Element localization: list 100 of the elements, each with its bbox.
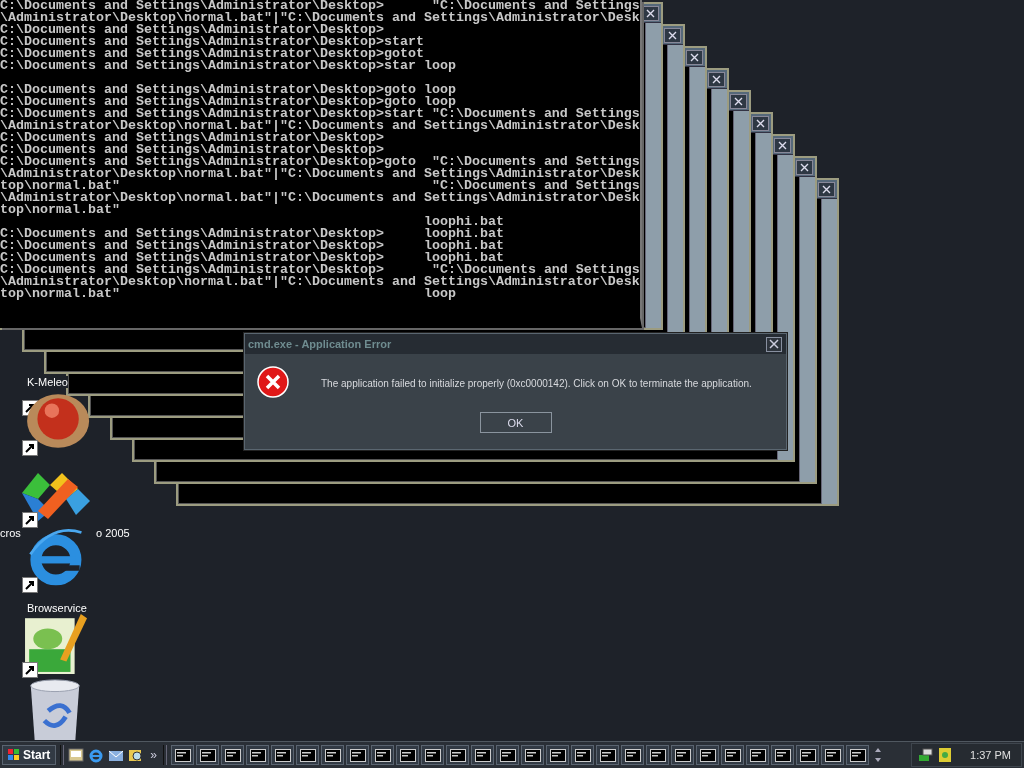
console-line: \Administrator\Desktop\normal.bat"|"C:\Documents and Settings\Administrator\Desk [0,168,640,180]
console-icon [249,748,266,762]
close-button[interactable] [708,71,725,87]
console-line: C:\Documents and Settings\Administrator\Desktop>start "C:\Documents and Settings [0,108,640,120]
close-icon [712,74,721,84]
console-line: C:\Documents and Settings\Administrator\Desktop>star loop [0,60,457,72]
scrollbar[interactable] [645,23,661,328]
console-line: C:\Documents and Settings\Administrator\Desktop>start [0,36,425,48]
console-line: top\normal.bat" [0,204,120,216]
taskbar-button[interactable] [821,745,845,765]
flag-icon [8,749,20,761]
taskbar-button[interactable] [171,745,195,765]
scrollbar[interactable] [799,177,815,482]
console-icon [499,748,516,762]
taskbar-button[interactable] [496,745,520,765]
close-icon [769,339,779,349]
desktop-icon[interactable] [68,747,85,763]
icon-label[interactable]: o 2005 [96,527,130,539]
console-icon [649,748,666,762]
console-line: top\normal.bat" "C:\Documents and Settings [0,180,640,192]
taskbar-button[interactable] [421,745,445,765]
taskbar-button[interactable] [546,745,570,765]
console-icon [799,748,816,762]
console-line: C:\Documents and Settings\Administrator\Desktop> loophi.bat [0,228,505,240]
taskbar-button[interactable] [296,745,320,765]
close-icon [822,184,831,194]
console-line: C:\Documents and Settings\Administrator\Desktop> loophi.bat [0,252,504,264]
close-button[interactable] [686,49,703,65]
taskbar-button[interactable] [396,745,420,765]
taskbar-button[interactable] [596,745,620,765]
console-icon [699,748,716,762]
start-button[interactable]: Start [2,745,57,765]
close-button[interactable] [664,27,681,43]
console-icon [399,748,416,762]
console-line: C:\Documents and Settings\Administrator\Desktop> "C:\Documents and Settings [0,0,640,12]
close-button[interactable] [774,137,791,153]
console-icon [274,748,291,762]
console-icon [374,748,391,762]
more-button[interactable]: » [148,748,160,762]
console-icon [174,748,191,762]
close-icon [646,8,655,18]
taskbar-button[interactable] [446,745,470,765]
close-icon [800,162,809,172]
document-icon[interactable] [937,747,954,763]
console-line: C:\Documents and Settings\Administrator\Desktop> "C:\Documents and Settings [0,264,640,276]
console-line: C:\Documents and Settings\Administrator\Desktop>goto loop [0,84,457,96]
console-icon [774,748,791,762]
taskbar-button[interactable] [646,745,670,765]
taskbar-button[interactable] [521,745,545,765]
taskbar-button[interactable] [621,745,645,765]
taskbar-button[interactable] [721,745,745,765]
close-button[interactable] [766,336,782,352]
close-icon [668,30,677,40]
icon-label[interactable]: K-Meleo [27,376,68,388]
taskbar-button[interactable] [246,745,270,765]
taskbar-button[interactable] [846,745,870,765]
icon-label[interactable]: Browservice [27,602,87,614]
dialog-title: cmd.exe - Application Error [248,338,392,350]
console-icon [574,748,591,762]
console-icon [299,748,316,762]
console-line: C:\Documents and Settings\Administrator\Desktop> [0,24,384,36]
taskbar-button[interactable] [321,745,345,765]
error-icon [257,366,291,400]
close-icon [690,52,699,62]
taskbar-button[interactable] [771,745,795,765]
taskbar-button[interactable] [746,745,770,765]
clock[interactable]: 1:37 PM [970,749,1011,761]
console-line: C:\Documents and Settings\Administrator\Desktop>gotot [0,48,425,60]
console-line: C:\Documents and Settings\Administrator\Desktop>goto "C:\Documents and Settings [0,156,640,168]
taskbar-button[interactable] [471,745,495,765]
close-button[interactable] [730,93,747,109]
taskbar-button[interactable] [346,745,370,765]
taskbar-button[interactable] [696,745,720,765]
console-icon [724,748,741,762]
ok-button[interactable]: OK [479,412,552,433]
taskbar-button[interactable] [571,745,595,765]
console-icon [674,748,691,762]
taskbar-button[interactable] [796,745,820,765]
scrollbar[interactable] [821,199,837,504]
console-icon [549,748,566,762]
network-icon[interactable] [918,747,935,763]
close-button[interactable] [796,159,813,175]
taskbar-button[interactable] [671,745,695,765]
console-icon [624,748,641,762]
console-icon [324,748,341,762]
console-line: \Administrator\Desktop\normal.bat"|"C:\Documents and Settings\Administrator\Desk [0,120,640,132]
taskbar-button[interactable] [196,745,220,765]
console-line: \Administrator\Desktop\normal.bat"|"C:\Documents and Settings\Administrator\Desk [0,192,640,204]
close-button[interactable] [752,115,769,131]
console-icon [749,748,766,762]
console-icon [824,748,841,762]
close-button[interactable] [818,181,835,197]
console-line: C:\Documents and Settings\Administrator\Desktop> [0,132,385,144]
taskbar-button[interactable] [221,745,245,765]
taskbar-button[interactable] [371,745,395,765]
console-icon [349,748,366,762]
taskbar-button[interactable] [271,745,295,765]
console-icon [449,748,466,762]
console-icon [224,748,241,762]
console-line: C:\Documents and Settings\Administrator\Desktop> loophi.bat [0,240,505,252]
